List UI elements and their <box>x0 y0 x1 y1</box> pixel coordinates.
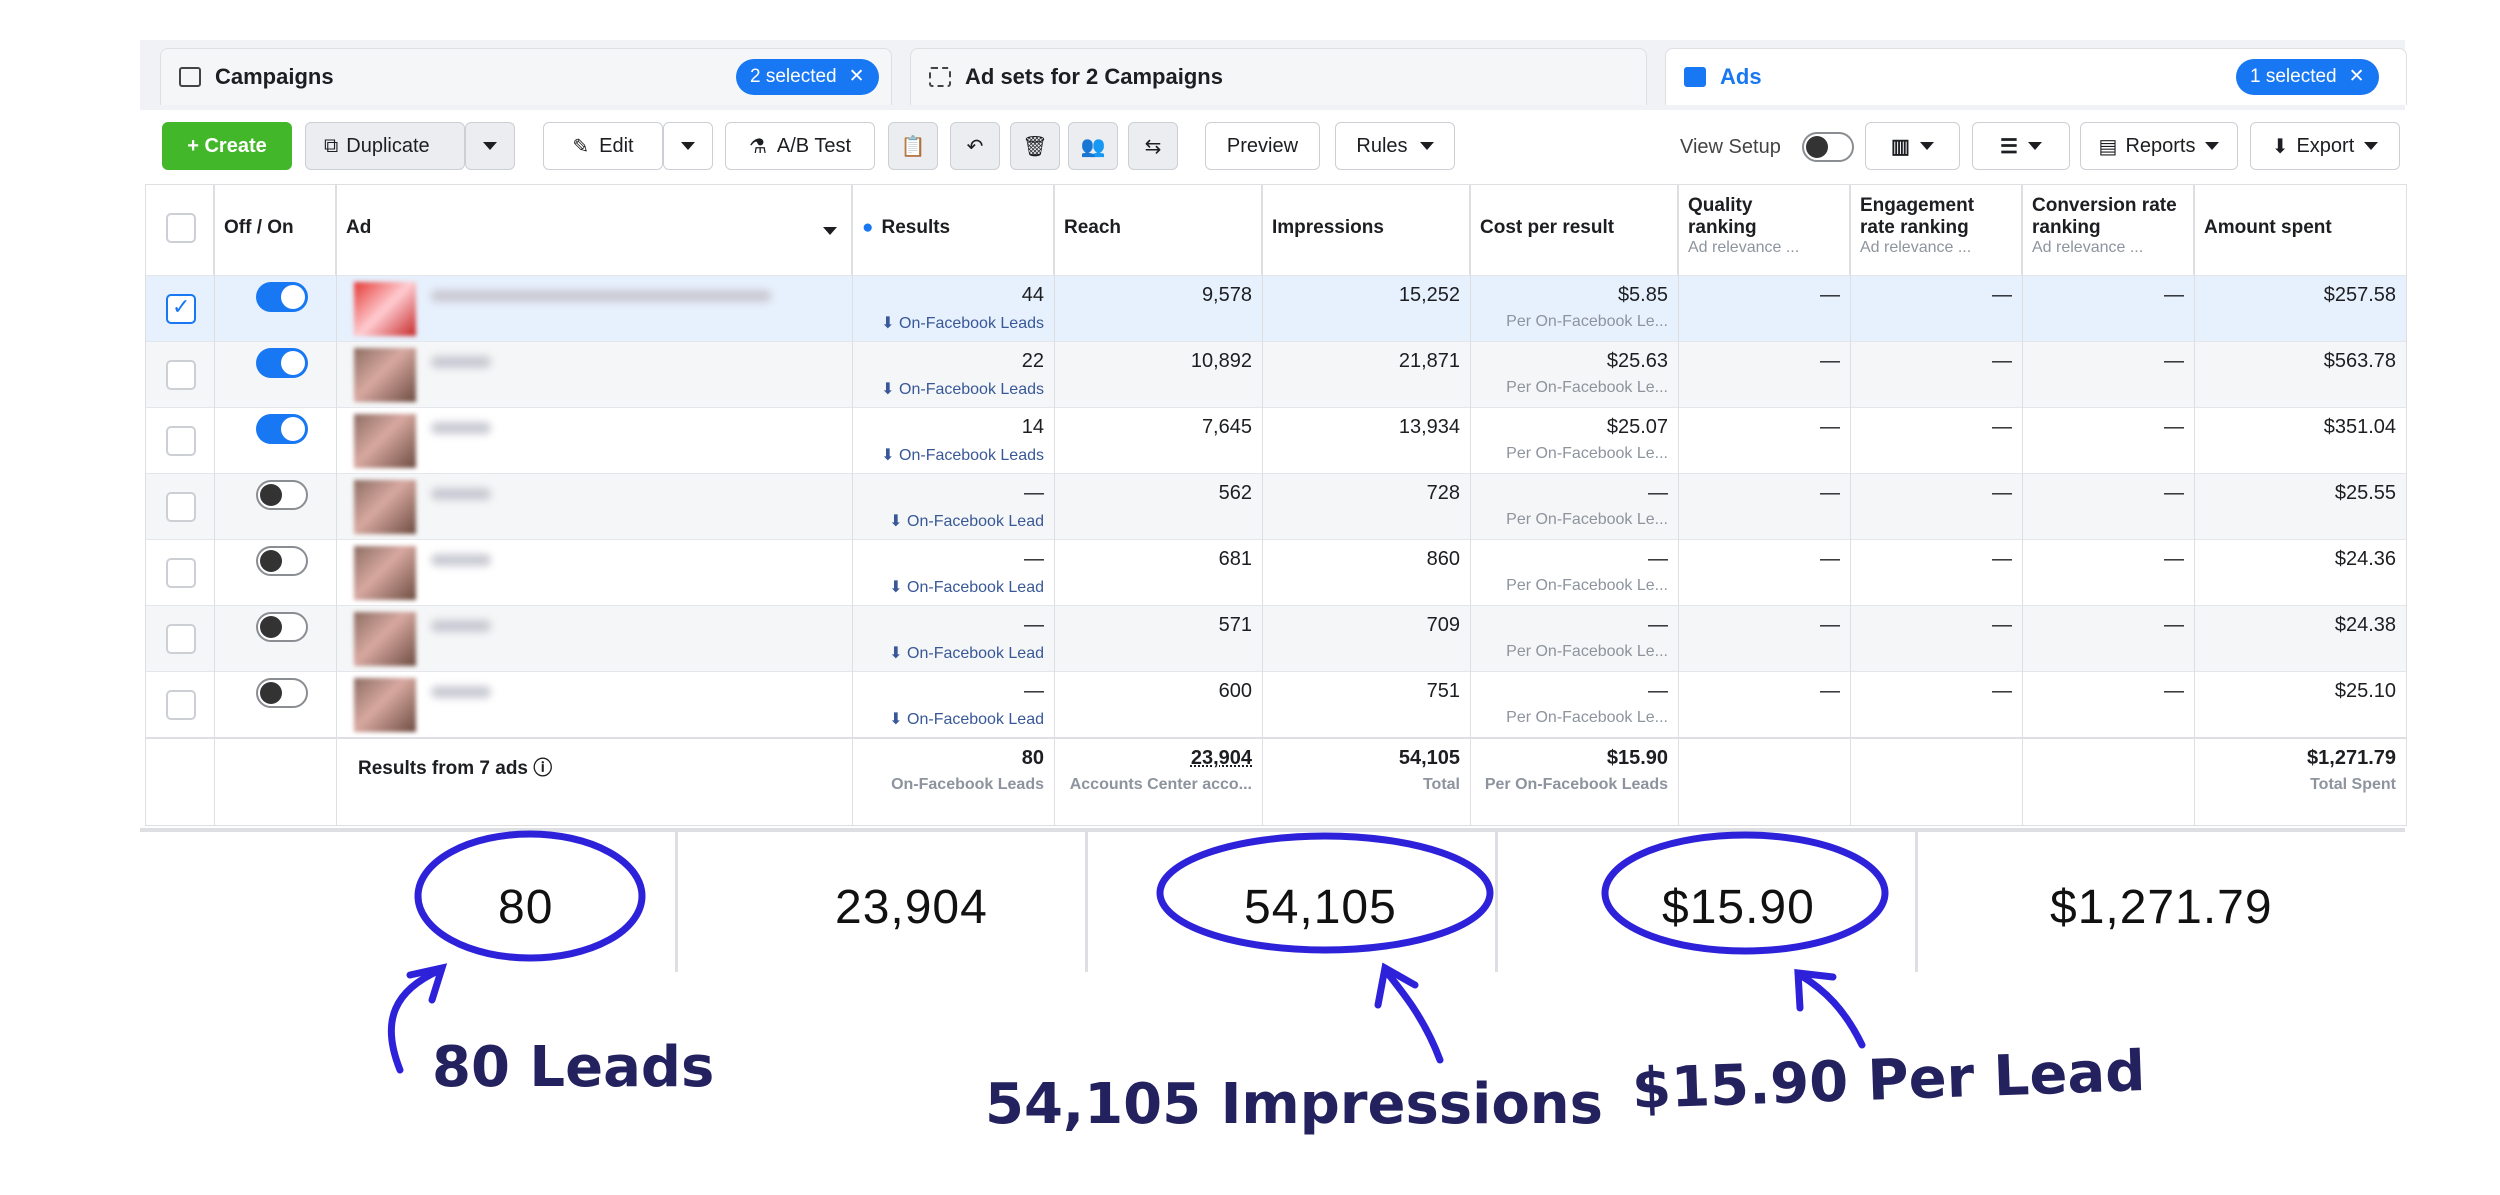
circle-impressions <box>1156 832 1494 954</box>
arrow-cost <box>1796 971 1866 1049</box>
annotation-leads: 80 Leads <box>432 1035 715 1100</box>
circle-cost <box>1601 831 1889 955</box>
annotation-impressions: 54,105 Impressions <box>985 1072 1603 1137</box>
annotation-overlay <box>387 830 1889 1074</box>
circle-leads <box>414 830 646 962</box>
